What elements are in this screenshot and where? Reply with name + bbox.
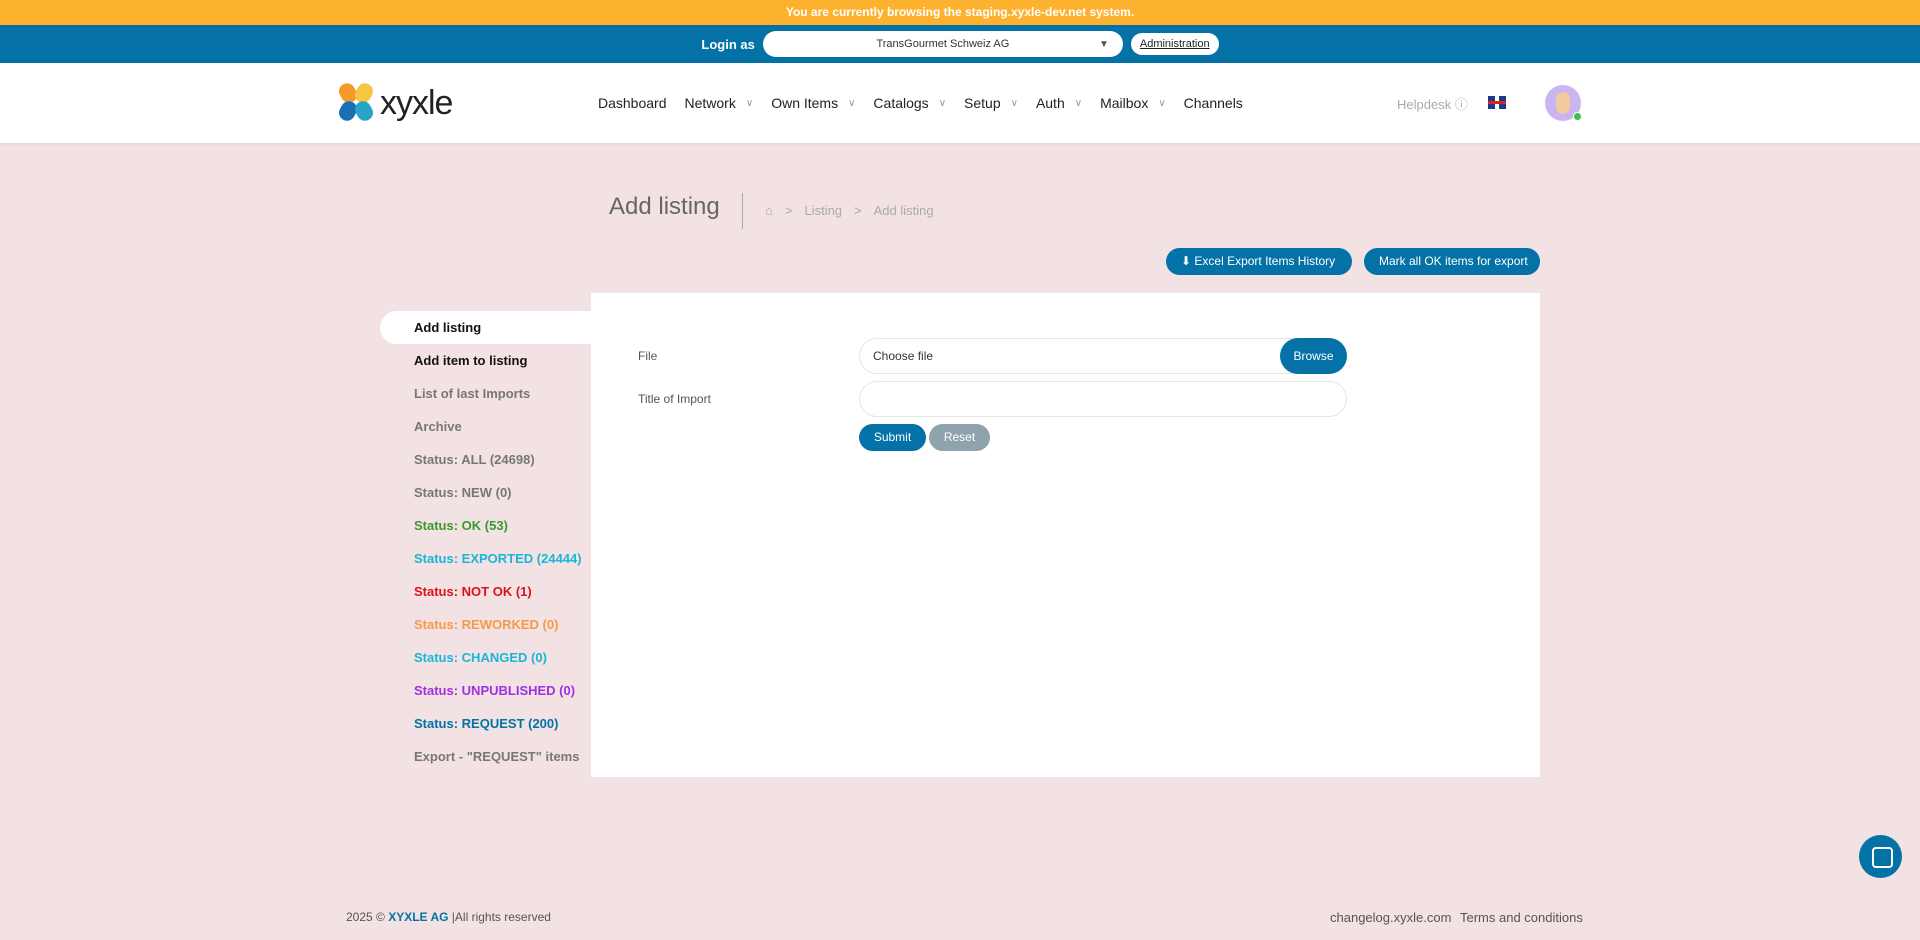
nav-setup[interactable]: Setup ∨	[964, 95, 1018, 111]
reset-button[interactable]: Reset	[929, 424, 990, 451]
sidebar-item[interactable]: Status: REQUEST (200)	[380, 707, 591, 740]
nav-own-items[interactable]: Own Items ∨	[771, 95, 855, 111]
title-of-import-label: Title of Import	[638, 392, 711, 406]
sidebar-item[interactable]: Status: CHANGED (0)	[380, 641, 591, 674]
question-icon: ⓘ	[1454, 97, 1468, 112]
nav-auth[interactable]: Auth ∨	[1036, 95, 1082, 111]
download-icon: ⬇	[1181, 254, 1192, 268]
mark-ok-items-button[interactable]: Mark all OK items for export	[1364, 248, 1540, 275]
excel-export-button[interactable]: ⬇ Excel Export Items History	[1166, 248, 1352, 275]
helpdesk-label: Helpdesk	[1397, 97, 1452, 112]
login-as-label: Login as	[701, 36, 755, 52]
breadcrumb-add-listing: Add listing	[873, 203, 934, 218]
caret-down-icon: ▼	[1098, 38, 1109, 50]
login-as-select[interactable]: TransGourmet Schweiz AG ▼	[762, 31, 1123, 57]
copyright-year: 2025 ©	[346, 910, 385, 924]
sidebar-item[interactable]: Export - "REQUEST" items	[380, 740, 591, 773]
terms-link[interactable]: Terms and conditions	[1460, 910, 1583, 925]
login-as-bar: Login as TransGourmet Schweiz AG ▼ Admini…	[0, 25, 1920, 63]
nav-label: Catalogs	[873, 95, 929, 111]
top-header: xyxle Dashboard Network ∨ Own Items ∨ Catalog…	[0, 63, 1920, 143]
file-input[interactable]: Choose file Browse	[859, 338, 1347, 374]
administration-button[interactable]: Administration	[1130, 33, 1219, 55]
sidebar-item[interactable]: Status: UNPUBLISHED (0)	[380, 674, 591, 707]
logo-icon	[336, 80, 376, 124]
logo-text: xyxle	[380, 83, 453, 122]
staging-banner: You are currently browsing the staging.x…	[0, 0, 1920, 25]
avatar[interactable]	[1545, 85, 1582, 121]
changelog-link[interactable]: changelog.xyxle.com	[1330, 910, 1451, 925]
sidebar-item[interactable]: Archive	[380, 410, 591, 443]
chevron-down-icon: ∨	[745, 97, 754, 109]
sidebar-item[interactable]: Status: REWORKED (0)	[380, 608, 591, 641]
sidebar-item[interactable]: Add listing	[380, 311, 591, 344]
uk-flag-icon[interactable]	[1488, 96, 1506, 109]
rights-text: |All rights reserved	[451, 910, 551, 924]
nav-label: Setup	[964, 95, 1001, 111]
online-status-icon	[1573, 112, 1582, 121]
nav-label: Own Items	[771, 95, 839, 111]
sidebar-item[interactable]: Add item to listing	[380, 344, 591, 377]
nav-label: Mailbox	[1100, 95, 1149, 111]
sidebar-item[interactable]: Status: NEW (0)	[380, 476, 591, 509]
breadcrumb: ⌂ > Listing > Add listing	[765, 203, 934, 218]
sidebar-item[interactable]: List of last Imports	[380, 377, 591, 410]
add-listing-form: File Choose file Browse Title of Import S…	[591, 293, 1540, 777]
main-nav: Dashboard Network ∨ Own Items ∨ Catalogs ∨ Setu…	[598, 63, 1243, 143]
chevron-down-icon: ∨	[1158, 97, 1166, 109]
chevron-down-icon: ∨	[1010, 97, 1018, 109]
sidebar-item[interactable]: Status: ALL (24698)	[380, 443, 591, 476]
company-link[interactable]: XYXLE AG	[388, 910, 448, 924]
home-icon[interactable]: ⌂	[765, 203, 773, 218]
selected-company: TransGourmet Schweiz AG	[876, 38, 1010, 50]
page-title: Add listing	[609, 193, 720, 220]
chevron-down-icon: ∨	[848, 97, 856, 109]
excel-export-label: Excel Export Items History	[1194, 254, 1336, 268]
breadcrumb-listing[interactable]: Listing	[804, 203, 842, 218]
sidebar-item[interactable]: Status: OK (53)	[380, 509, 591, 542]
nav-label: Network	[684, 95, 736, 111]
nav-label: Auth	[1035, 95, 1065, 111]
nav-channels[interactable]: Channels	[1184, 95, 1243, 111]
nav-catalogs[interactable]: Catalogs ∨	[873, 95, 946, 111]
nav-label: Channels	[1183, 95, 1243, 111]
browse-button[interactable]: Browse	[1280, 338, 1347, 374]
nav-dashboard[interactable]: Dashboard	[598, 95, 667, 111]
sidebar: Add listing Add item to listing List of la…	[380, 311, 591, 773]
helpdesk-link[interactable]: Helpdesk ⓘ	[1397, 94, 1468, 113]
nav-mailbox[interactable]: Mailbox ∨	[1100, 95, 1166, 111]
file-label: File	[638, 349, 658, 363]
title-of-import-input[interactable]	[859, 381, 1347, 417]
copyright: 2025 © XYXLE AG |All rights reserved	[346, 910, 551, 924]
divider	[742, 193, 743, 229]
sidebar-item[interactable]: Status: NOT OK (1)	[380, 575, 591, 608]
chat-launcher-icon[interactable]	[1859, 835, 1902, 878]
sidebar-item[interactable]: Status: EXPORTED (24444)	[380, 542, 591, 575]
submit-button[interactable]: Submit	[859, 424, 926, 451]
chevron-down-icon: ∨	[938, 97, 947, 109]
file-placeholder: Choose file	[873, 349, 934, 363]
chevron-down-icon: ∨	[1074, 97, 1083, 109]
logo[interactable]: xyxle	[336, 80, 453, 124]
nav-label: Dashboard	[598, 95, 667, 111]
nav-network[interactable]: Network ∨	[685, 95, 754, 111]
